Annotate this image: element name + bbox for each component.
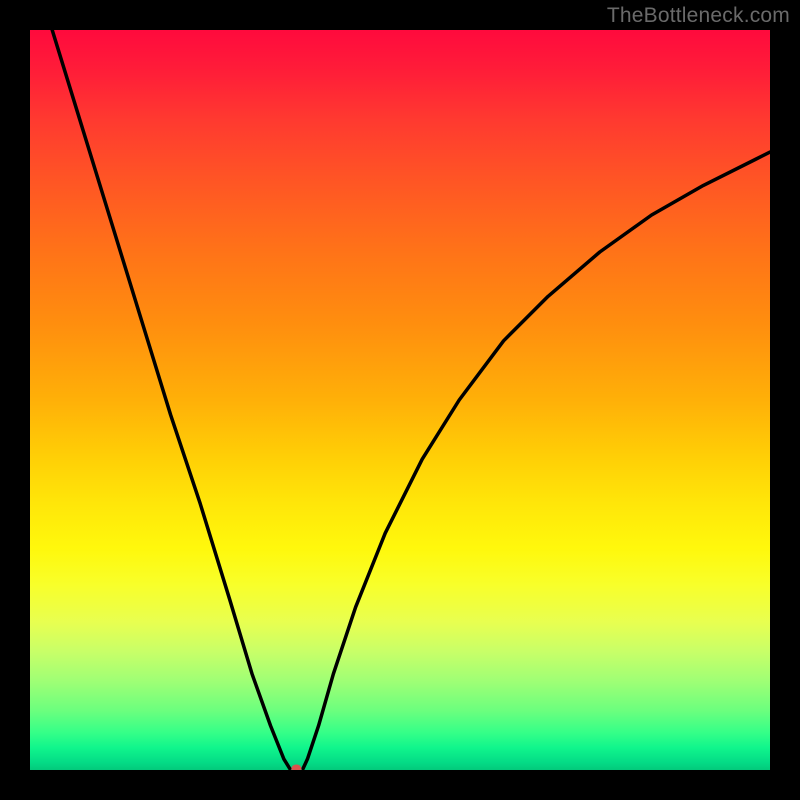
curve-left-branch [52, 30, 290, 769]
line-curve [30, 30, 770, 770]
chart-frame: TheBottleneck.com [0, 0, 800, 800]
optimal-point-marker [291, 765, 301, 771]
curve-right-branch [303, 152, 770, 768]
watermark-text: TheBottleneck.com [607, 4, 790, 28]
plot-area [30, 30, 770, 770]
